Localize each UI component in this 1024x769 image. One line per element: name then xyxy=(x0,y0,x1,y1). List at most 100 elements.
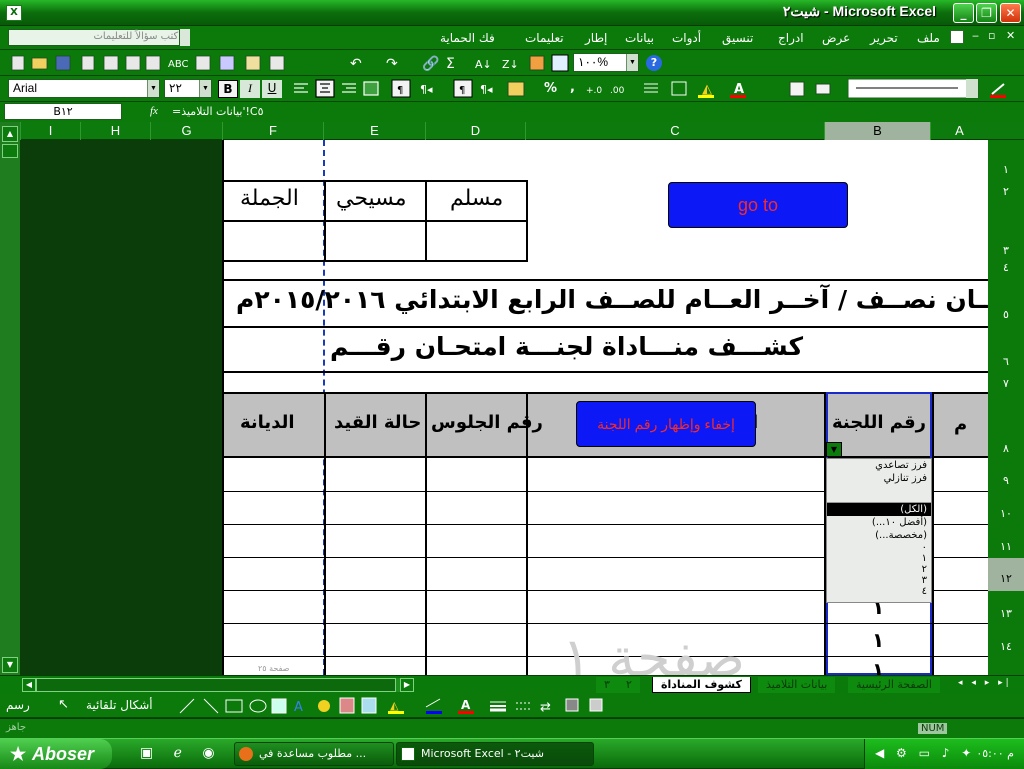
column-header-h[interactable]: H xyxy=(80,122,150,140)
direction-icons[interactable]: ¶ ¶◂ ¶ ¶◂ xyxy=(390,76,530,102)
menu-unprotect[interactable]: فك الحماية xyxy=(440,31,495,45)
sort-ascending-option[interactable]: فرز تصاعدي xyxy=(827,459,931,472)
scroll-up-arrow[interactable]: ▲ xyxy=(2,126,18,142)
doc-minimize-icon[interactable]: ‒ xyxy=(972,29,979,42)
fx-icon[interactable]: fx xyxy=(150,105,158,117)
filter-option-4[interactable]: ٤ xyxy=(827,586,931,597)
menu-format[interactable]: تنسيق xyxy=(722,31,753,45)
row-header[interactable]: ١٠ xyxy=(988,507,1024,520)
doc-close-icon[interactable]: ✕ xyxy=(1006,29,1015,42)
sort-descending-option[interactable]: فرز تنازلي xyxy=(827,472,931,485)
clock[interactable]: م ٠٥:٠٠ xyxy=(976,747,1014,760)
committee-cell[interactable]: ١ xyxy=(872,628,884,652)
ask-question-box[interactable]: اكتب سؤالاً للتعليمات xyxy=(8,29,190,46)
toggle-committee-button[interactable]: إخفاء وإظهار رقم اللجنة xyxy=(576,401,756,447)
go-to-button[interactable]: go to xyxy=(668,182,848,228)
autofilter-dropdown-arrow[interactable]: ▼ xyxy=(826,442,842,457)
menu-tools[interactable]: أدوات xyxy=(672,31,701,45)
row-header[interactable]: ٣ xyxy=(988,244,1024,257)
scroll-down-arrow[interactable]: ▼ xyxy=(2,657,18,673)
row-header[interactable]: ٧ xyxy=(988,377,1024,390)
menu-file[interactable]: ملف xyxy=(917,31,940,45)
row-header[interactable]: ٤ xyxy=(988,261,1024,274)
select-pointer-icon[interactable]: ↖ xyxy=(58,697,69,712)
draw-menu-button[interactable]: رسم xyxy=(6,698,30,712)
filter-option-0[interactable]: ٠ xyxy=(827,542,931,553)
row-header[interactable]: ٨ xyxy=(988,442,1024,455)
row-header[interactable]: ١٣ xyxy=(988,607,1024,620)
zoom-combo[interactable]: ١٠٠% ▼ xyxy=(573,53,639,72)
header-christian: مسيحي xyxy=(336,186,407,211)
autofilter-list[interactable]: فرز تصاعدي فرز تنازلي (الكل) (أفضل ١٠...… xyxy=(826,458,932,603)
committee-cell[interactable]: ١ xyxy=(872,658,884,675)
menu-data[interactable]: بيانات xyxy=(625,31,654,45)
menu-view[interactable]: عرض xyxy=(822,31,850,45)
close-button[interactable]: ✕ xyxy=(1000,3,1021,23)
vertical-scrollbar[interactable]: ▲ ▼ xyxy=(0,122,20,675)
hscroll-right-arrow[interactable]: ▶ xyxy=(400,678,414,692)
tray-icons[interactable]: ◀ ⚙ ▭ ♪ ✦ xyxy=(875,746,975,760)
drawing-shape-icons[interactable]: A ◭ A ⇄ xyxy=(176,693,616,718)
row-header-selected[interactable]: ١٢ xyxy=(988,558,1024,591)
horizontal-scrollbar[interactable] xyxy=(36,678,400,692)
filter-option-top10[interactable]: (أفضل ١٠...) xyxy=(827,516,931,529)
row-header[interactable]: ١١ xyxy=(988,540,1024,553)
start-button[interactable]: ★ Aboser xyxy=(0,739,112,769)
column-header-i[interactable]: I xyxy=(20,122,80,140)
comma-style-button[interactable]: , xyxy=(570,80,575,95)
font-size-combo[interactable]: ٢٢ ▼ xyxy=(164,79,212,98)
row-header[interactable]: ١ xyxy=(988,163,1024,176)
standard-toolbar-icons[interactable]: ABC ↶ ↷ 🔗 Σ A↓ Z↓ xyxy=(10,50,570,76)
menu-help[interactable]: تعليمات xyxy=(525,31,564,45)
font-combo[interactable]: Arial ▼ xyxy=(8,79,160,98)
sheet-tab-3[interactable]: ٣ xyxy=(596,677,618,693)
scroll-thumb[interactable] xyxy=(2,144,18,158)
column-header-b[interactable]: B xyxy=(824,122,930,140)
sheet-tab-2[interactable]: ٢ xyxy=(618,677,640,693)
tab-nav-arrows[interactable]: ◂ ◂ ▸ ▸| xyxy=(958,678,1012,688)
taskbar-item-excel[interactable]: Microsoft Excel - شيت٢ xyxy=(396,742,594,766)
menu-edit[interactable]: تحرير xyxy=(870,31,898,45)
underline-button[interactable]: U xyxy=(262,80,282,98)
excel-app-icon[interactable]: X xyxy=(6,5,22,21)
maximize-button[interactable]: ❐ xyxy=(976,3,997,23)
menu-insert[interactable]: ادراج xyxy=(778,31,804,45)
worksheet-page[interactable]: الجملة مسيحي مسلم go to امتحــان نصــف /… xyxy=(222,140,988,675)
name-box[interactable]: B١٢ xyxy=(4,103,122,120)
italic-button[interactable]: I xyxy=(240,80,260,98)
row-header[interactable]: ١٤ xyxy=(988,640,1024,653)
drawing-border-icons[interactable] xyxy=(786,76,1024,102)
hscroll-thumb[interactable] xyxy=(36,678,396,692)
row-header[interactable]: ٥ xyxy=(988,308,1024,321)
doc-restore-icon[interactable]: ▫ xyxy=(988,29,995,42)
autoshapes-menu-button[interactable]: أشكال تلقائية xyxy=(86,698,153,712)
filter-option-1[interactable]: ١ xyxy=(827,553,931,564)
sheet-tab-roll-call[interactable]: كشوف المناداة xyxy=(652,677,751,693)
column-header-e[interactable]: E xyxy=(323,122,425,140)
menu-window[interactable]: إطار xyxy=(585,31,607,45)
bold-button[interactable]: B xyxy=(218,80,238,98)
row-header[interactable]: ٩ xyxy=(988,474,1024,487)
filter-option-3[interactable]: ٣ xyxy=(827,575,931,586)
column-header-f[interactable]: F xyxy=(222,122,323,140)
column-header-a[interactable]: A xyxy=(930,122,988,140)
row-header[interactable]: ٢ xyxy=(988,185,1024,198)
column-header-c[interactable]: C xyxy=(525,122,824,140)
formula-input[interactable]: =بيانات التلاميذ'!C٥ xyxy=(172,105,264,118)
column-header-g[interactable]: G xyxy=(150,122,222,140)
minimize-button[interactable]: _ xyxy=(953,3,974,23)
filter-option-custom[interactable]: (مخصصة...) xyxy=(827,529,931,542)
help-icon[interactable]: ? xyxy=(646,55,662,71)
svg-text:A: A xyxy=(734,82,744,97)
number-format-icons[interactable]: +.0 .00 ◭ A xyxy=(584,76,784,102)
taskbar-item-browser[interactable]: مطلوب مساعدة في ... xyxy=(234,742,394,766)
filter-option-2[interactable]: ٢ xyxy=(827,564,931,575)
row-header[interactable]: ٦ xyxy=(988,355,1024,368)
percent-style-button[interactable]: % xyxy=(544,81,557,96)
column-header-d[interactable]: D xyxy=(425,122,525,140)
filter-option-all[interactable]: (الكل) xyxy=(827,503,931,516)
hscroll-left-arrow[interactable]: ◀ xyxy=(22,678,36,692)
sheet-tab-home[interactable]: الصفحة الرئيسية xyxy=(848,677,940,693)
chevron-down-icon[interactable] xyxy=(179,29,190,46)
sheet-tab-students[interactable]: بيانات التلاميذ xyxy=(758,677,836,693)
